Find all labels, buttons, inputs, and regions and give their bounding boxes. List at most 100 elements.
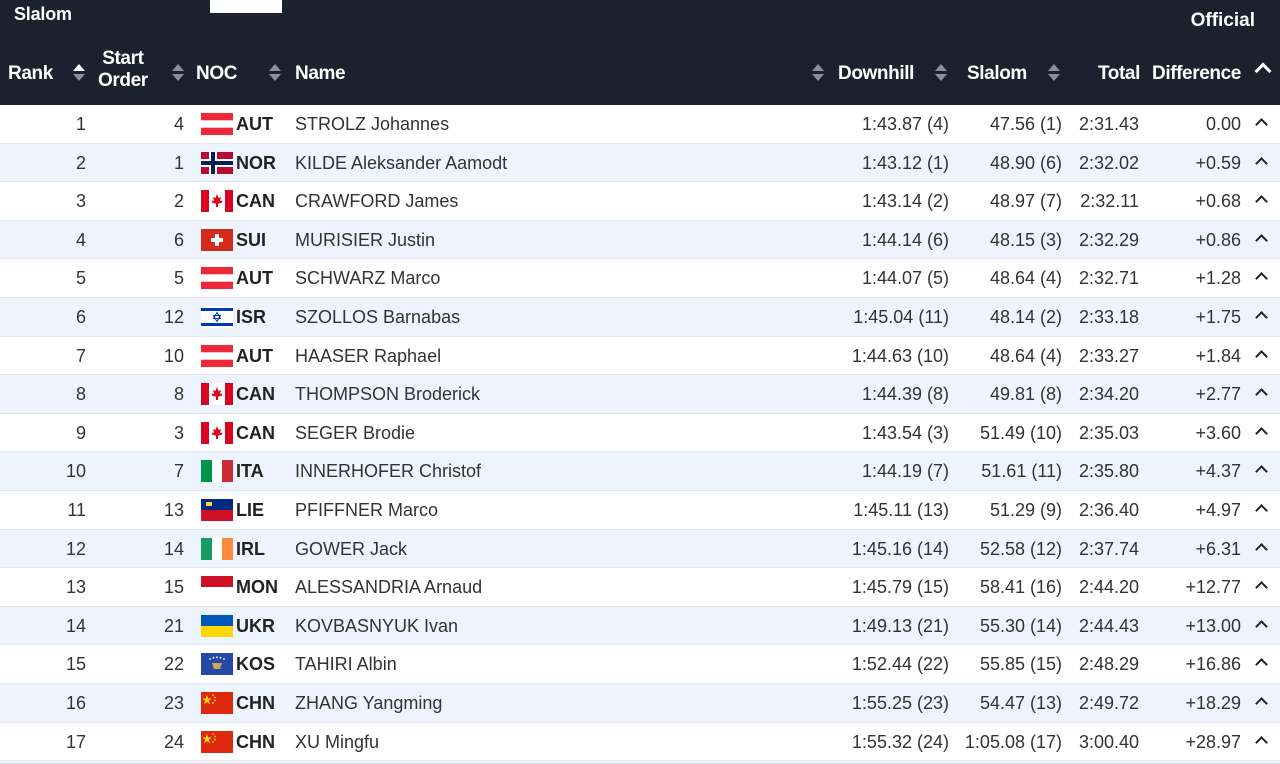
- table-row[interactable]: 3 2 CAN CRAWFORD James 1:43.14 (2) 48.97 (7) 2…: [0, 182, 1280, 221]
- downhill-time: 1:45.11 (13): [853, 499, 949, 520]
- expand-chevron-icon[interactable]: [1255, 311, 1268, 324]
- table-row[interactable]: 6 12 ISR SZOLLOS Barnabas 1:45.04 (11) 48.14 …: [0, 297, 1280, 337]
- rank-cell: 2: [75, 152, 86, 173]
- athlete-name[interactable]: SCHWARZ Marco: [295, 259, 440, 297]
- table-row[interactable]: 12 14 IRL GOWER Jack 1:45.16 (14) 52.58 (12) 2…: [0, 529, 1280, 569]
- slalom-time: 51.29 (9): [989, 499, 1062, 520]
- start-order-cell: 7: [173, 461, 184, 482]
- table-row[interactable]: 9 3 CAN SEGER Brodie 1:43.54 (3) 51.49 (10) 2:…: [0, 414, 1280, 453]
- expand-chevron-icon[interactable]: [1255, 542, 1268, 556]
- chn-flag-icon: [201, 730, 233, 753]
- table-row[interactable]: 14 21 UKR KOVBASNYUK Ivan 1:49.13 (21) 55.30 …: [0, 606, 1280, 646]
- table-row[interactable]: 1 4 AUT STROLZ Johannes 1:43.87 (4) 47.56 (1)…: [0, 105, 1280, 144]
- difference-value: +0.68: [1195, 191, 1241, 212]
- downhill-time: 1:52.44 (22): [851, 654, 949, 675]
- athlete-name[interactable]: STROLZ Johannes: [295, 105, 449, 143]
- table-row[interactable]: 15 22 KOS TAHIRI Albin 1:52.44 (22) 55.85 (15…: [0, 645, 1280, 684]
- column-total[interactable]: Total: [1098, 56, 1140, 90]
- total-time: 2:32.11: [1080, 191, 1139, 212]
- sort-downhill-icon[interactable]: [934, 63, 948, 83]
- expand-chevron-icon[interactable]: [1255, 697, 1268, 710]
- start-order-cell: 5: [173, 268, 184, 289]
- expand-chevron-icon[interactable]: [1255, 426, 1268, 440]
- athlete-name[interactable]: KILDE Aleksander Aamodt: [295, 144, 507, 182]
- column-name[interactable]: Name: [295, 56, 346, 90]
- expand-chevron-icon[interactable]: [1255, 658, 1268, 672]
- expand-chevron-icon[interactable]: [1255, 504, 1268, 517]
- table-row[interactable]: 7 10 AUT HAASER Raphael 1:44.63 (10) 48.64 (4…: [0, 337, 1280, 376]
- athlete-name[interactable]: THOMPSON Broderick: [295, 375, 480, 413]
- expand-chevron-icon[interactable]: [1255, 233, 1268, 247]
- rank-cell: 14: [65, 615, 86, 636]
- header-tab[interactable]: [210, 0, 282, 13]
- table-row[interactable]: 16 23 CHN ZHANG Yangming 1:55.25 (23) 54.47 (…: [0, 683, 1280, 723]
- athlete-name[interactable]: ALESSANDRIA Arnaud: [295, 568, 482, 606]
- athlete-name[interactable]: SEGER Brodie: [295, 414, 415, 452]
- expand-chevron-icon[interactable]: [1255, 388, 1268, 402]
- athlete-name[interactable]: ZHANG Yangming: [295, 684, 442, 722]
- rank-cell: 5: [75, 268, 86, 289]
- start-order-cell: 14: [163, 538, 184, 559]
- table-row[interactable]: 4 6 SUI MURISIER Justin 1:44.14 (6) 48.15 (3)…: [0, 220, 1280, 260]
- difference-value: +18.29: [1185, 692, 1241, 713]
- downhill-time: 1:44.14 (6): [861, 229, 949, 250]
- expand-chevron-icon[interactable]: [1255, 619, 1268, 633]
- athlete-name[interactable]: CRAWFORD James: [295, 182, 458, 220]
- expand-chevron-icon[interactable]: [1255, 581, 1268, 594]
- start-order-cell: 21: [163, 615, 184, 636]
- table-row[interactable]: 11 13 LIE PFIFFNER Marco 1:45.11 (13) 51.29 (…: [0, 491, 1280, 530]
- table-row[interactable]: 17 24 CHN XU Mingfu 1:55.32 (24) 1:05.08 (17)…: [0, 723, 1280, 762]
- table-row[interactable]: 5 5 AUT SCHWARZ Marco 1:44.07 (5) 48.64 (4) 2:…: [0, 259, 1280, 298]
- expand-chevron-icon[interactable]: [1255, 465, 1268, 479]
- expand-chevron-icon[interactable]: [1255, 349, 1268, 363]
- column-start-order[interactable]: Start Order: [98, 48, 148, 91]
- sui-flag-icon: [201, 228, 233, 251]
- kos-flag-icon: [201, 653, 233, 676]
- athlete-name[interactable]: INNERHOFER Christof: [295, 452, 481, 490]
- table-row[interactable]: 10 7 ITA INNERHOFER Christof 1:44.19 (7) 51.6…: [0, 452, 1280, 491]
- sort-slalom-icon[interactable]: [1047, 63, 1061, 83]
- sort-rank-icon[interactable]: [72, 63, 86, 83]
- athlete-name[interactable]: KOVBASNYUK Ivan: [295, 607, 458, 645]
- column-difference[interactable]: Difference: [1152, 56, 1241, 90]
- difference-value: +12.77: [1185, 577, 1241, 598]
- athlete-name[interactable]: XU Mingfu: [295, 723, 379, 761]
- athlete-name[interactable]: PFIFFNER Marco: [295, 491, 438, 529]
- start-order-cell: 3: [173, 422, 184, 443]
- athlete-name[interactable]: MURISIER Justin: [295, 221, 435, 259]
- table-row[interactable]: 13 15 MON ALESSANDRIA Arnaud 1:45.79 (15) 58.…: [0, 568, 1280, 607]
- athlete-name[interactable]: HAASER Raphael: [295, 337, 441, 375]
- column-noc[interactable]: NOC: [196, 56, 237, 90]
- total-time: 2:37.74: [1078, 538, 1139, 559]
- column-slalom[interactable]: Slalom: [967, 56, 1027, 90]
- sort-name-icon[interactable]: [811, 63, 825, 83]
- sort-start-order-icon[interactable]: [171, 63, 185, 83]
- difference-value: +1.28: [1195, 268, 1241, 289]
- expand-chevron-icon[interactable]: [1255, 118, 1268, 131]
- athlete-name[interactable]: GOWER Jack: [295, 530, 407, 568]
- start-order-cell: 12: [163, 306, 184, 327]
- athlete-name[interactable]: SZOLLOS Barnabas: [295, 298, 460, 336]
- slalom-time: 51.61 (11): [981, 461, 1062, 482]
- start-order-cell: 1: [173, 152, 184, 173]
- expand-chevron-icon[interactable]: [1255, 272, 1268, 286]
- column-start-order-line1: Start: [102, 48, 144, 69]
- table-row[interactable]: 8 8 CAN THOMPSON Broderick 1:44.39 (8) 49.81 …: [0, 375, 1280, 414]
- rank-cell: 1: [75, 114, 86, 134]
- expand-chevron-icon[interactable]: [1255, 156, 1268, 170]
- total-time: 2:32.71: [1078, 268, 1139, 289]
- collapse-chevron-icon[interactable]: [1254, 62, 1272, 80]
- start-order-cell: 10: [163, 345, 184, 366]
- sort-noc-icon[interactable]: [268, 63, 282, 83]
- noc-code: ITA: [236, 461, 264, 482]
- column-downhill[interactable]: Downhill: [838, 56, 914, 90]
- start-order-cell: 22: [163, 654, 184, 675]
- downhill-time: 1:43.12 (1): [861, 152, 949, 173]
- expand-chevron-icon[interactable]: [1255, 735, 1268, 749]
- lie-flag-icon: [201, 498, 233, 521]
- column-rank[interactable]: Rank: [8, 56, 53, 90]
- downhill-time: 1:44.07 (5): [861, 268, 949, 289]
- table-row[interactable]: 2 1 NOR KILDE Aleksander Aamodt 1:43.12 (1) 4…: [0, 143, 1280, 183]
- expand-chevron-icon[interactable]: [1255, 195, 1268, 209]
- athlete-name[interactable]: TAHIRI Albin: [295, 645, 397, 683]
